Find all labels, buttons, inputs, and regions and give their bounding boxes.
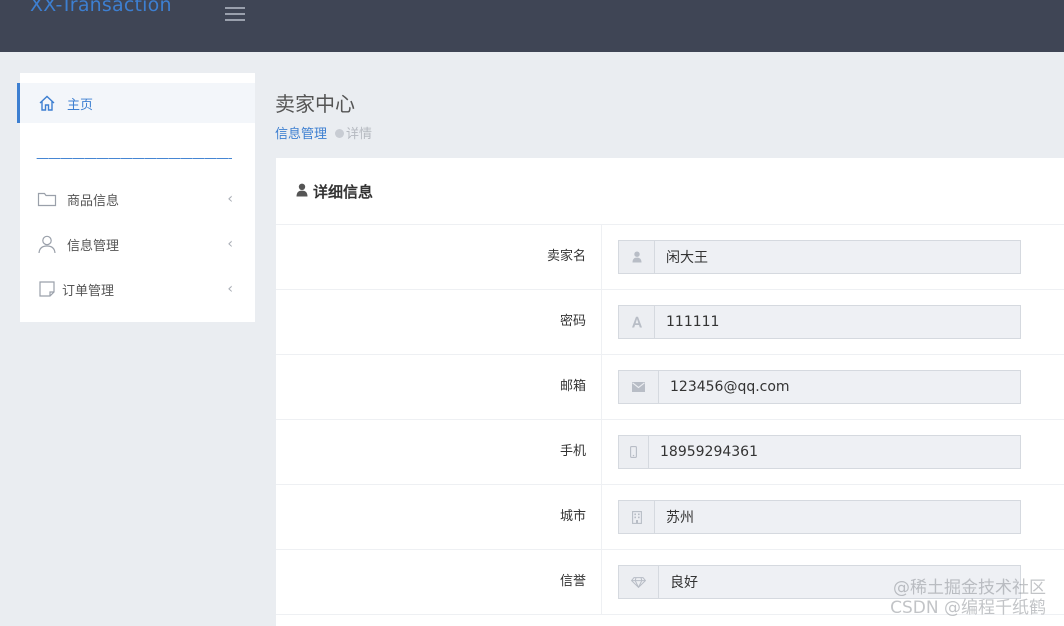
breadcrumb: 信息管理 详情 (275, 123, 372, 142)
phone-input[interactable] (649, 436, 1020, 468)
city-input[interactable] (655, 501, 1020, 533)
city-field (618, 500, 1021, 534)
sidebar-item-label: 订单管理 (62, 283, 115, 299)
detail-panel: 详细信息 卖家名 密码 邮箱 手机 (276, 158, 1064, 626)
watermark-line: @稀土掘金技术社区 (893, 578, 1046, 598)
sidebar-item-orders[interactable]: 订单管理 ‹ (20, 269, 255, 309)
chevron-left-icon: ‹ (227, 191, 233, 207)
watermark-line: CSDN @编程千纸鹤 (890, 598, 1046, 618)
font-icon (619, 306, 655, 338)
page-title: 卖家中心 (275, 92, 355, 116)
email-input[interactable] (659, 371, 1020, 403)
envelope-icon (619, 371, 659, 403)
form-row-city: 城市 (276, 485, 1064, 550)
mobile-icon (619, 436, 649, 468)
form-row-password: 密码 (276, 290, 1064, 355)
form-row-seller-name: 卖家名 (276, 225, 1064, 290)
menu-toggle-icon[interactable] (225, 7, 245, 23)
form-row-phone: 手机 (276, 420, 1064, 485)
folder-icon (37, 189, 57, 209)
field-label: 邮箱 (276, 355, 602, 420)
sidebar-item-label: 商品信息 (67, 193, 120, 209)
password-field (618, 305, 1021, 339)
phone-field (618, 435, 1021, 469)
note-icon (37, 279, 57, 299)
chevron-left-icon: ‹ (227, 281, 233, 297)
user-icon (296, 182, 308, 201)
form-row-email: 邮箱 (276, 355, 1064, 420)
chevron-left-icon: ‹ (227, 236, 233, 252)
sidebar-item-label: 主页 (67, 97, 94, 113)
breadcrumb-parent-link[interactable]: 信息管理 (275, 127, 327, 142)
breadcrumb-current: 详情 (346, 127, 373, 142)
user-icon (619, 241, 655, 273)
breadcrumb-dot-icon (335, 129, 345, 138)
home-icon (37, 93, 57, 113)
sidebar: 主页 —————————————————— 商品信息 ‹ 信息管理 ‹ 订单管理… (17, 73, 255, 322)
seller-name-field (618, 240, 1021, 274)
top-navbar: XX-Transaction (0, 0, 1064, 52)
watermark: @稀土掘金技术社区 CSDN @编程千纸鹤 (890, 578, 1046, 618)
email-field (618, 370, 1021, 404)
diamond-icon (619, 566, 659, 598)
sidebar-item-info-management[interactable]: 信息管理 ‹ (20, 224, 255, 264)
building-icon (619, 501, 655, 533)
sidebar-divider: —————————————————— (36, 151, 232, 166)
user-icon (37, 234, 57, 254)
field-label: 密码 (276, 290, 602, 355)
sidebar-item-label: 信息管理 (67, 238, 120, 254)
sidebar-item-home[interactable]: 主页 (17, 83, 255, 123)
field-label: 信誉 (276, 550, 602, 615)
field-label: 城市 (276, 485, 602, 550)
seller-name-input[interactable] (655, 241, 1020, 273)
password-input[interactable] (655, 306, 1020, 338)
field-label: 卖家名 (276, 225, 602, 290)
panel-header: 详细信息 (276, 158, 1064, 225)
brand-logo[interactable]: XX-Transaction (30, 0, 172, 16)
field-label: 手机 (276, 420, 602, 485)
sidebar-item-products[interactable]: 商品信息 ‹ (20, 179, 255, 219)
panel-title: 详细信息 (313, 182, 374, 201)
